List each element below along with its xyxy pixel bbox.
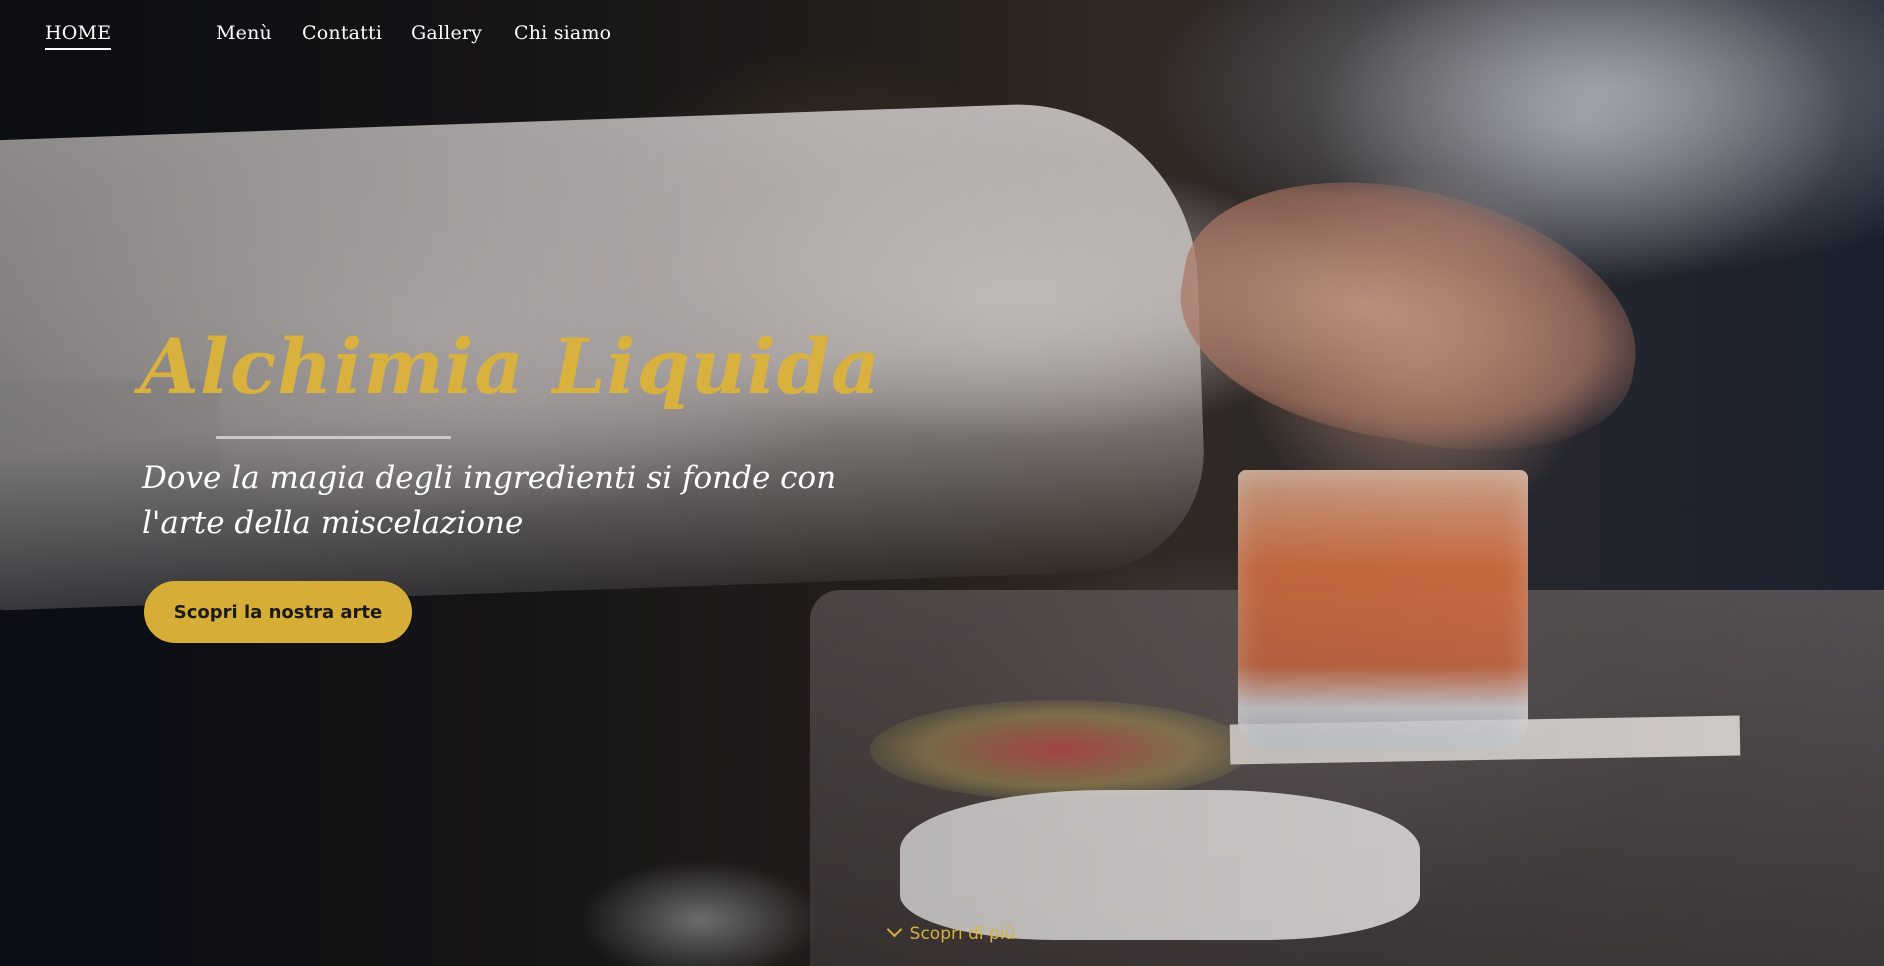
main-nav: HOME Menù Contatti Gallery Chi siamo bbox=[0, 0, 1884, 70]
cta-button[interactable]: Scopri la nostra arte bbox=[144, 581, 412, 643]
nav-item-chi-siamo[interactable]: Chi siamo bbox=[514, 22, 611, 44]
nav-item-gallery[interactable]: Gallery bbox=[411, 22, 482, 44]
nav-item-home[interactable]: HOME bbox=[45, 22, 112, 50]
scroll-more-label: Scopri di più bbox=[909, 924, 1016, 944]
scroll-more-link[interactable]: Scopri di più bbox=[0, 921, 1884, 944]
hero-subtitle: Dove la magia degli ingredienti si fonde… bbox=[142, 460, 837, 541]
title-divider bbox=[216, 436, 451, 439]
hero-section: HOME Menù Contatti Gallery Chi siamo Alc… bbox=[0, 0, 1884, 966]
chevron-down-icon bbox=[886, 921, 902, 938]
nav-item-menu[interactable]: Menù bbox=[216, 22, 272, 44]
nav-item-contatti[interactable]: Contatti bbox=[302, 22, 382, 44]
hero-title: Alchimia Liquida bbox=[140, 322, 882, 411]
